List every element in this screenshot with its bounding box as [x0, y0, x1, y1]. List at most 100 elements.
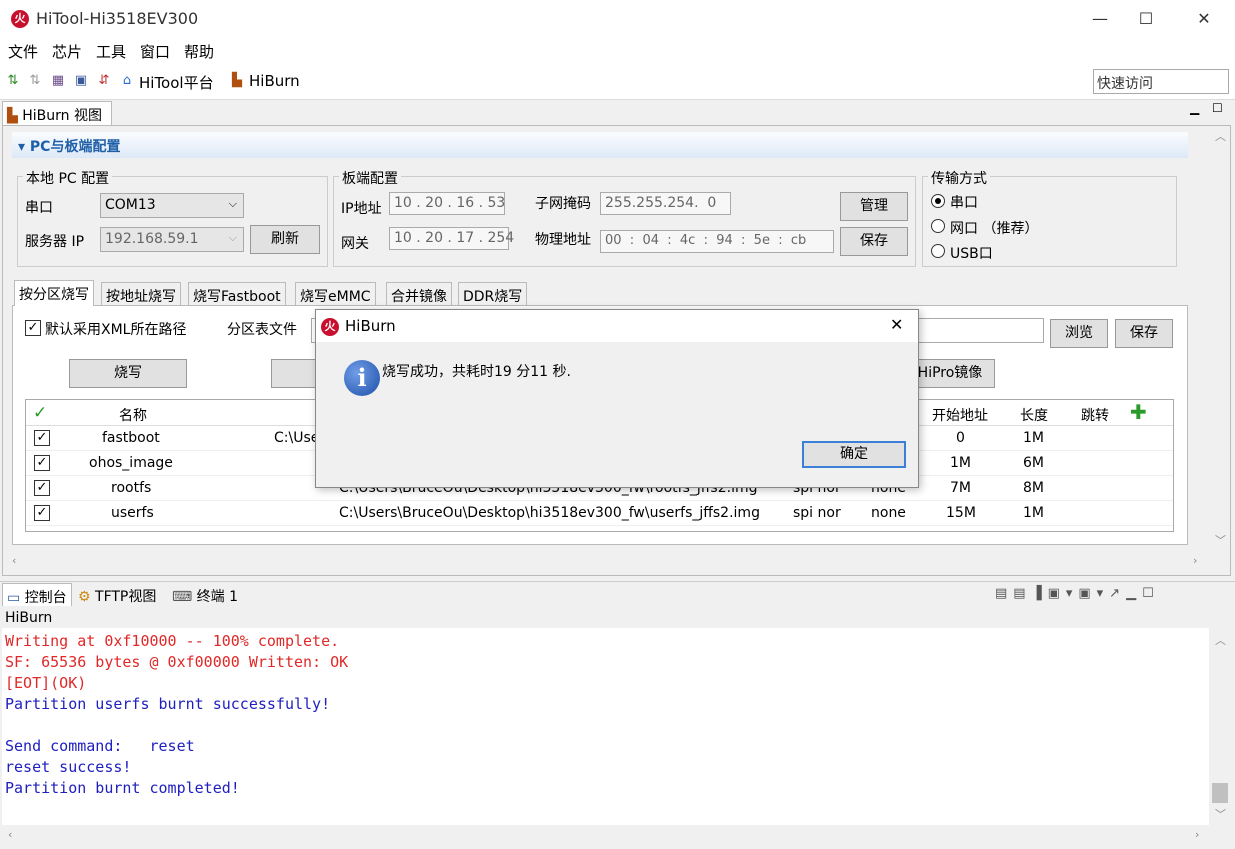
section-header[interactable]: ▾ PC与板端配置: [12, 132, 1188, 158]
partition-name: ohos_image: [89, 455, 173, 471]
serial-port-select[interactable]: COM13 ⌵: [100, 193, 244, 218]
scroll-left-icon[interactable]: ‹: [12, 554, 16, 567]
home-icon[interactable]: ⌂: [119, 73, 135, 89]
panel-vertical-scrollbar[interactable]: [1211, 128, 1229, 548]
ip-address-label: IP地址: [341, 201, 382, 217]
scroll-right-icon[interactable]: ›: [1195, 828, 1199, 841]
ok-button[interactable]: 确定: [802, 441, 906, 468]
partition-table-file-label: 分区表文件: [227, 322, 297, 338]
mac-address-field[interactable]: 00 : 04 : 4c : 94 : 5e : cb: [600, 230, 834, 253]
partition-device: spi nor: [793, 505, 841, 521]
partition-name: userfs: [111, 505, 154, 521]
chevron-down-icon: ⌵: [228, 197, 237, 210]
hiburn-icon[interactable]: ▙: [229, 73, 245, 89]
radio-usb[interactable]: [931, 244, 945, 258]
disconnect-icon[interactable]: ⇅: [27, 73, 43, 89]
partition-file: C:\Users\BruceOu\Desktop\hi3518ev300_fw\…: [339, 505, 760, 521]
subnet-mask-field[interactable]: 255.255.254. 0: [600, 192, 731, 215]
select-all-check-icon[interactable]: ✓: [33, 403, 47, 423]
dialog-title-bar: [316, 310, 918, 342]
scroll-up-icon[interactable]: ︿: [1215, 632, 1226, 648]
menu-window[interactable]: 窗口: [140, 41, 170, 62]
tab-tftp-view[interactable]: ⚙ TFTP视图: [78, 586, 156, 606]
row-checkbox[interactable]: ✓: [34, 480, 50, 496]
serial-port-value: COM13: [105, 197, 156, 213]
tab-burn-fastboot[interactable]: 烧写Fastboot: [188, 282, 286, 306]
gateway-field[interactable]: 10 . 20 . 17 . 254: [389, 227, 514, 250]
console-toolbar-icons[interactable]: ▤▤▐▣▾▣▾↗▁☐: [995, 586, 1160, 601]
browse-button[interactable]: 浏览: [1050, 319, 1108, 348]
maximize-button[interactable]: ☐: [1123, 0, 1169, 38]
menu-tools[interactable]: 工具: [96, 41, 126, 62]
tab-tftp-label: TFTP视图: [95, 589, 157, 605]
partition-file: C:\Use: [274, 430, 320, 446]
dialog-close-button[interactable]: ✕: [890, 315, 903, 334]
column-jump: 跳转: [1081, 408, 1109, 424]
menu-chip[interactable]: 芯片: [52, 41, 82, 62]
hiburn-button[interactable]: HiBurn: [249, 72, 300, 90]
use-xml-path-checkbox[interactable]: ✓: [25, 320, 41, 336]
console-line: Writing at 0xf10000 -- 100% complete.: [5, 632, 340, 650]
add-row-icon[interactable]: ✚: [1130, 400, 1147, 424]
menu-help[interactable]: 帮助: [184, 41, 214, 62]
quick-access-input[interactable]: 快速访问: [1093, 69, 1229, 94]
tab-ddr-burn[interactable]: DDR烧写: [458, 282, 528, 306]
burn-button[interactable]: 烧写: [69, 359, 187, 388]
mac-address-label: 物理地址: [535, 232, 591, 248]
save-partition-button[interactable]: 保存: [1115, 319, 1173, 348]
chip-icon[interactable]: ▦: [50, 73, 66, 89]
scroll-left-icon[interactable]: ‹: [8, 828, 12, 841]
app-logo-icon: 火: [11, 10, 29, 28]
ip-address-field[interactable]: 10 . 20 . 16 . 53: [389, 192, 505, 215]
tab-burn-emmc[interactable]: 烧写eMMC: [295, 282, 376, 306]
console-line: Partition burnt completed!: [5, 779, 240, 797]
radio-network[interactable]: [931, 219, 945, 233]
partition-start: 7M: [950, 480, 971, 496]
server-ip-value: 192.168.59.1: [105, 231, 199, 247]
tab-hiburn-view[interactable]: ▙ HiBurn 视图: [2, 101, 112, 125]
partition-length: 8M: [1023, 480, 1044, 496]
console-line: Send command: reset: [5, 737, 195, 755]
server-ip-select[interactable]: 192.168.59.1 ⌵: [100, 227, 244, 252]
tftp-icon: ⚙: [78, 589, 91, 605]
row-checkbox[interactable]: ✓: [34, 430, 50, 446]
device-icon[interactable]: ▣: [73, 73, 89, 89]
scroll-right-icon[interactable]: ›: [1193, 554, 1197, 567]
minimize-view-icon[interactable]: ▁: [1190, 101, 1199, 115]
tab-burn-by-partition[interactable]: 按分区烧写: [14, 280, 94, 306]
window-title: HiTool-Hi3518EV300: [36, 9, 199, 28]
partition-fs: none: [871, 505, 906, 521]
scroll-down-icon[interactable]: ﹀: [1215, 806, 1226, 822]
save-board-button[interactable]: 保存: [840, 227, 908, 256]
tab-terminal[interactable]: ⌨ 终端 1: [172, 586, 238, 606]
console-scroll-thumb[interactable]: [1212, 783, 1228, 803]
use-xml-path-label: 默认采用XML所在路径: [45, 322, 187, 338]
row-checkbox[interactable]: ✓: [34, 505, 50, 521]
connect-icon[interactable]: ⇅: [5, 73, 21, 89]
console-icon: ▭: [7, 590, 21, 606]
partition-length: 6M: [1023, 455, 1044, 471]
close-button[interactable]: ✕: [1181, 0, 1227, 38]
minimize-button[interactable]: —: [1077, 0, 1123, 38]
row-checkbox[interactable]: ✓: [34, 455, 50, 471]
terminal-icon: ⌨: [172, 589, 193, 605]
manage-button[interactable]: 管理: [840, 192, 908, 221]
transfer-mode-group-label: 传输方式: [928, 168, 990, 188]
tab-merge-image[interactable]: 合并镜像: [386, 282, 452, 306]
console-line: reset success!: [5, 758, 132, 776]
tab-burn-by-address[interactable]: 按地址烧写: [101, 282, 181, 306]
transfer-icon[interactable]: ⇵: [96, 73, 112, 89]
scroll-down-icon[interactable]: ﹀: [1215, 532, 1226, 548]
hitool-platform-button[interactable]: HiTool平台: [139, 72, 214, 93]
radio-serial[interactable]: [931, 194, 945, 208]
refresh-button[interactable]: 刷新: [250, 225, 320, 254]
scroll-up-icon[interactable]: ︿: [1215, 128, 1226, 144]
maximize-view-icon[interactable]: ☐: [1212, 101, 1223, 115]
burn-success-dialog: 火 HiBurn ✕ i 烧写成功，共耗时19 分11 秒. 确定: [315, 309, 919, 488]
tab-console[interactable]: ▭ 控制台: [2, 583, 72, 606]
dialog-message: 烧写成功，共耗时19 分11 秒.: [382, 364, 571, 380]
menu-file[interactable]: 文件: [8, 41, 38, 62]
chevron-down-icon: ⌵: [228, 231, 237, 244]
partition-name: fastboot: [102, 430, 160, 446]
